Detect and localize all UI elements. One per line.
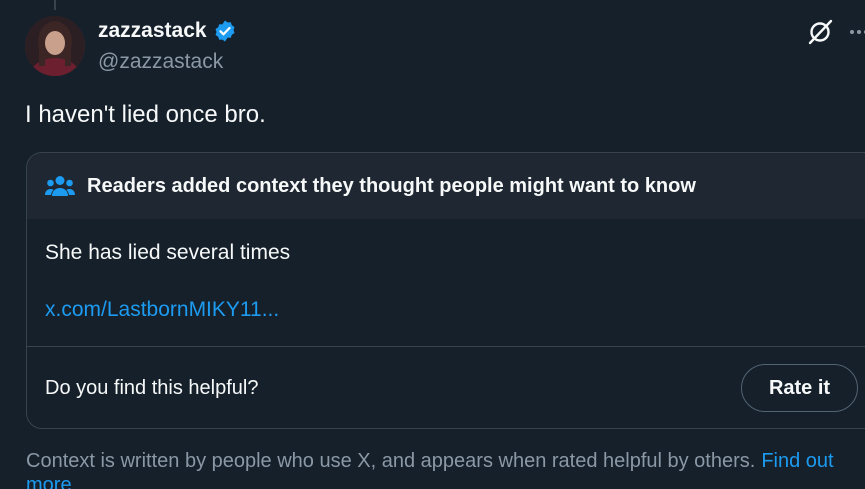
grok-icon[interactable] <box>806 18 834 46</box>
community-note-header: Readers added context they thought peopl… <box>27 153 865 219</box>
community-note-footer: Context is written by people who use X, … <box>26 449 856 489</box>
avatar[interactable] <box>25 16 85 76</box>
avatar-image <box>25 16 85 76</box>
verified-badge-icon[interactable] <box>213 19 237 43</box>
helpful-prompt: Do you find this helpful? <box>45 376 259 399</box>
people-icon <box>45 176 75 196</box>
author-name-row: zazzastack <box>98 19 237 43</box>
thread-connector-line <box>54 0 56 10</box>
more-horizontal-icon[interactable] <box>848 22 865 42</box>
rate-it-button[interactable]: Rate it <box>741 364 858 412</box>
author-display-name[interactable]: zazzastack <box>98 19 207 43</box>
community-note-body: She has lied several times x.com/Lastbor… <box>27 219 865 346</box>
footer-disclaimer: Context is written by people who use X, … <box>26 450 756 472</box>
author-handle[interactable]: @zazzastack <box>98 50 223 74</box>
community-note-text: She has lied several times <box>45 241 291 264</box>
helpful-rating-row: Do you find this helpful? Rate it <box>27 347 865 428</box>
community-note-card: Readers added context they thought peopl… <box>26 152 865 429</box>
tweet-text: I haven't lied once bro. <box>25 101 266 128</box>
community-note-title: Readers added context they thought peopl… <box>87 174 696 197</box>
community-note-source-link[interactable]: x.com/LastbornMIKY11... <box>45 298 279 322</box>
